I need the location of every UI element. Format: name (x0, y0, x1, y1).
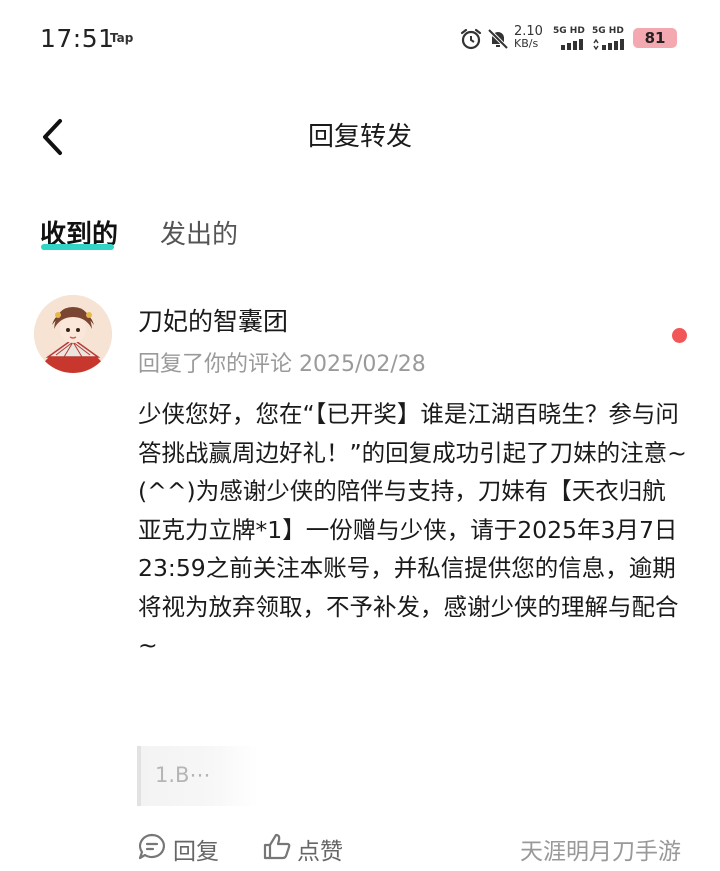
signal-icon (561, 39, 583, 50)
tab-sent[interactable]: 发出的 (160, 214, 238, 251)
status-bar: 17:51 Tap 2.10 KB/s 5G HD 5G HD 81 (0, 0, 720, 76)
sim2-signal: 5G HD (592, 26, 624, 53)
notification-meta: 回复了你的评论 2025/02/28 (138, 352, 426, 377)
status-time: 17:51 (40, 24, 115, 53)
page-title: 回复转发 (307, 122, 412, 152)
signal-icon (593, 38, 624, 51)
mute-icon (487, 28, 509, 50)
reply-label: 回复 (173, 839, 219, 865)
quoted-comment-text: 1.B⋯ (155, 763, 211, 787)
sender-name[interactable]: 刀妃的智囊团 (138, 302, 288, 338)
sim1-signal: 5G HD (553, 26, 585, 53)
alarm-icon (460, 28, 482, 50)
battery-indicator: 81 (633, 28, 677, 48)
avatar[interactable] (34, 295, 112, 373)
like-button[interactable]: 点赞 (262, 832, 352, 865)
unread-dot (672, 328, 687, 343)
active-tab-indicator (41, 244, 114, 250)
thumbs-up-icon (263, 833, 291, 860)
tap-label: Tap (110, 31, 134, 45)
source-app-label[interactable]: 天涯明月刀手游 (520, 832, 681, 866)
avatar-image (34, 295, 112, 373)
net-speed: 2.10 KB/s (514, 25, 543, 50)
message-body: 少侠您好，您在“【已开奖】谁是江湖百晓生？参与问答挑战赢周边好礼！”的回复成功引… (138, 400, 687, 659)
net-speed-unit: KB/s (514, 37, 539, 50)
sim2-label: 5G HD (592, 26, 624, 36)
comment-icon (138, 833, 165, 860)
quoted-comment[interactable]: 1.B⋯ (137, 746, 259, 806)
sim1-label: 5G HD (553, 26, 585, 36)
like-label: 点赞 (297, 839, 343, 865)
reply-button[interactable]: 回复 (137, 832, 227, 865)
